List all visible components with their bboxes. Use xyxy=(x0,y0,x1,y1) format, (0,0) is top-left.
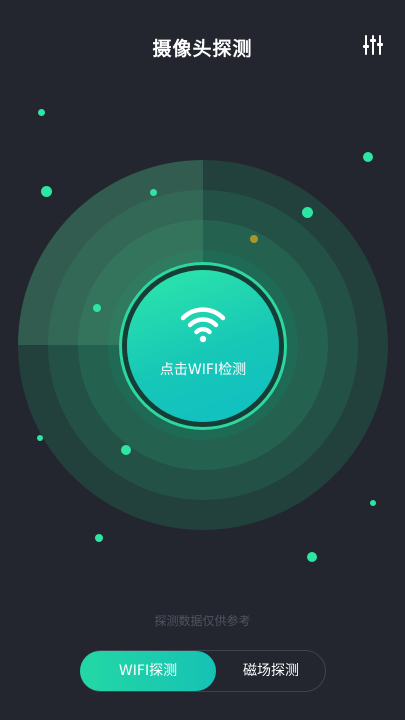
disclaimer-text: 探测数据仅供参考 xyxy=(154,614,251,628)
decor-dot xyxy=(37,435,43,441)
decor-dot xyxy=(41,186,52,197)
wifi-icon xyxy=(180,307,226,343)
decor-dot xyxy=(95,534,103,542)
decor-dot xyxy=(150,189,157,196)
tab-magnetic-detect[interactable]: 磁场探测 xyxy=(216,651,326,691)
wifi-scan-label: 点击WIFI检测 xyxy=(159,362,247,378)
settings-button[interactable] xyxy=(361,33,385,57)
mode-switch: WIFI探测 磁场探测 xyxy=(80,650,326,692)
tab-wifi-detect[interactable]: WIFI探测 xyxy=(80,651,216,691)
decor-dot xyxy=(302,207,313,218)
decor-dot xyxy=(121,445,131,455)
decor-dot xyxy=(250,235,258,243)
decor-dot xyxy=(363,152,373,162)
decor-dot xyxy=(370,500,376,506)
page-title: 摄像头探测 xyxy=(152,38,253,60)
wifi-scan-button[interactable]: 点击WIFI检测 xyxy=(127,270,279,422)
decor-dot xyxy=(307,552,317,562)
decor-dot xyxy=(38,109,45,116)
decor-dot xyxy=(93,304,101,312)
sliders-icon xyxy=(363,35,383,55)
